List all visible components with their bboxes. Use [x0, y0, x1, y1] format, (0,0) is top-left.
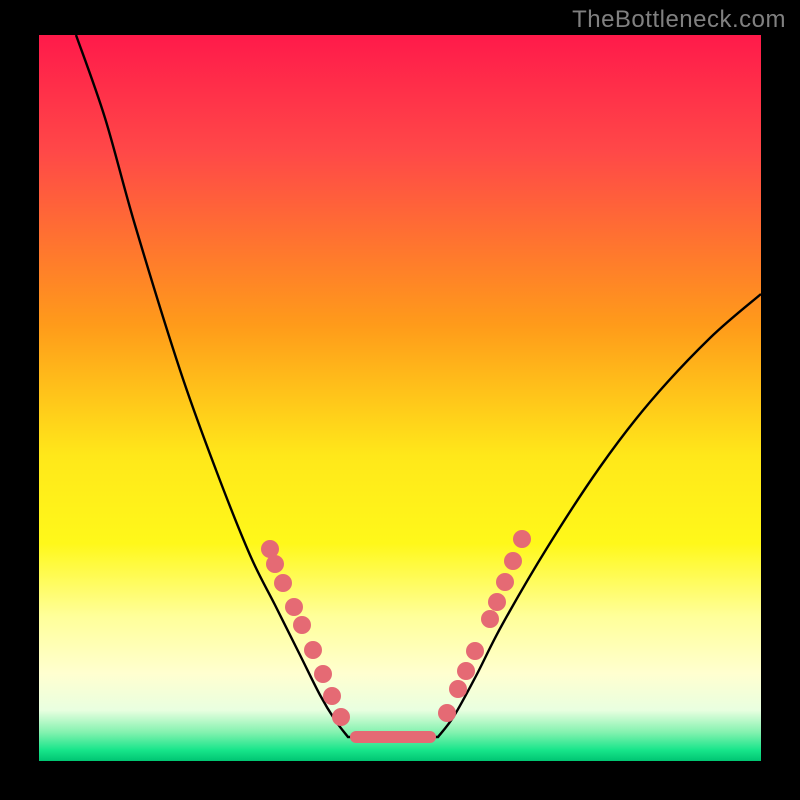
curve-dot [332, 708, 350, 726]
curve-dot [449, 680, 467, 698]
curve-dot [304, 641, 322, 659]
curve-dot [504, 552, 522, 570]
flat-optimum-bar [350, 731, 436, 743]
curve-dot [266, 555, 284, 573]
curve-dot [481, 610, 499, 628]
curve-dot [274, 574, 292, 592]
curve-dot [496, 573, 514, 591]
curve-dot [323, 687, 341, 705]
watermark-text: TheBottleneck.com [572, 6, 786, 34]
curve-dot [513, 530, 531, 548]
curve-dot [466, 642, 484, 660]
chart-stage: TheBottleneck.com [0, 0, 800, 800]
bottleneck-chart [0, 0, 800, 800]
curve-dot [438, 704, 456, 722]
curve-dot [457, 662, 475, 680]
curve-dot [314, 665, 332, 683]
curve-dot [285, 598, 303, 616]
curve-dot [488, 593, 506, 611]
curve-dot [293, 616, 311, 634]
